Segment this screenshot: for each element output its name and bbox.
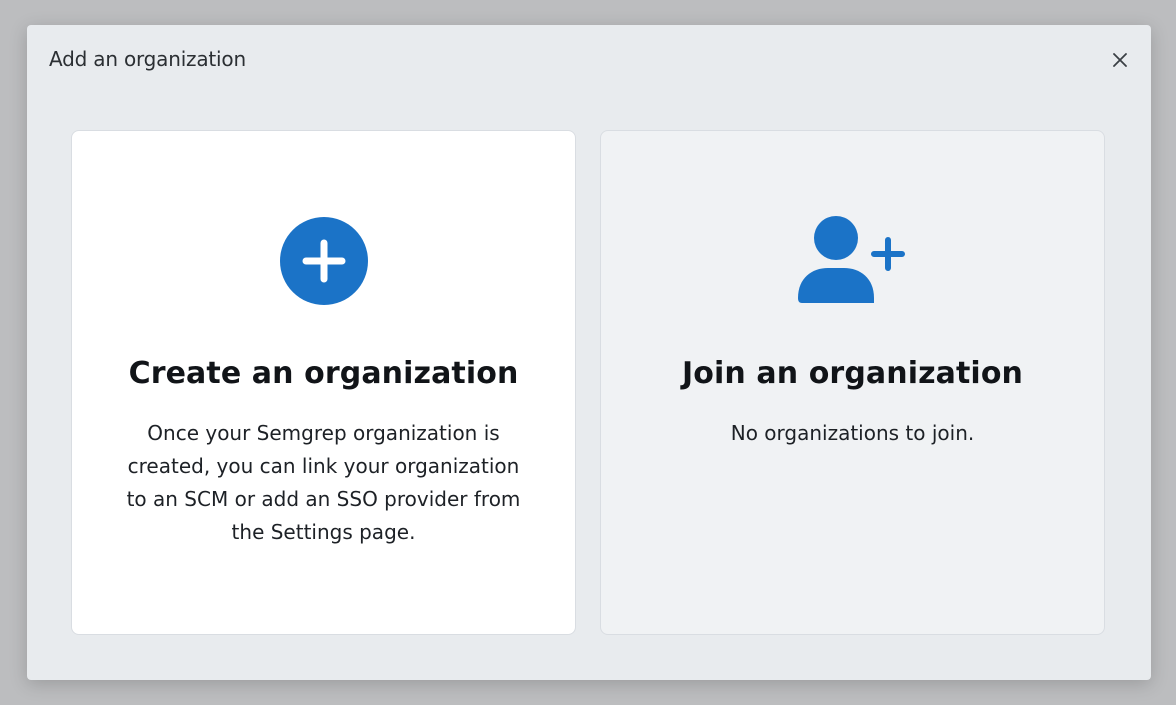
join-organization-description: No organizations to join. [730, 421, 975, 445]
join-organization-title: Join an organization [682, 356, 1023, 391]
create-organization-description: Once your Semgrep organization is create… [126, 421, 521, 544]
plus-circle-icon [279, 217, 368, 305]
user-plus-icon [797, 216, 905, 303]
create-icon-wrap [279, 216, 368, 306]
create-organization-title: Create an organization [128, 356, 519, 391]
add-organization-dialog: Add an organization Create an organizati… [27, 25, 1151, 680]
create-organization-card[interactable]: Create an organization Once your Semgrep… [71, 130, 576, 635]
join-organization-card[interactable]: Join an organization No organizations to… [600, 130, 1105, 635]
join-icon-wrap [797, 216, 908, 306]
close-button[interactable] [1109, 49, 1131, 71]
dialog-title: Add an organization [49, 47, 246, 71]
close-icon [1113, 53, 1127, 67]
